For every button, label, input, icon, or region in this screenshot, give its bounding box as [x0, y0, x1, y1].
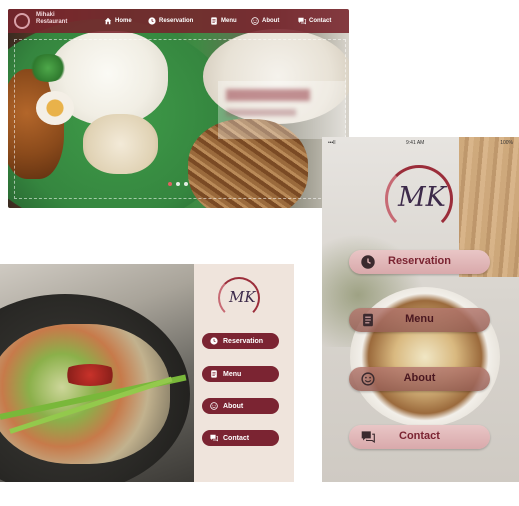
chat-icon — [298, 17, 306, 25]
nav-reservation[interactable]: Reservation — [148, 15, 193, 27]
contact-button[interactable]: Contact — [349, 425, 490, 449]
about-label: About — [403, 372, 436, 384]
smile-icon — [251, 17, 259, 25]
nav-about-label: About — [262, 18, 280, 24]
stir-fry — [0, 324, 170, 464]
slider-dot-3[interactable] — [184, 182, 188, 186]
slider-dot-2[interactable] — [176, 182, 180, 186]
nav-menu[interactable]: Menu — [210, 15, 237, 27]
food-photo — [0, 264, 194, 482]
nav-reservation-label: Reservation — [159, 18, 194, 24]
phone-status-bar: •••ll 9:41 AM 100% — [322, 137, 519, 149]
menu-label: Menu — [223, 370, 242, 378]
menu-button[interactable]: Menu — [202, 366, 279, 382]
reservation-button[interactable]: Reservation — [349, 250, 490, 274]
menu-label: Menu — [405, 313, 434, 325]
reservation-label: Reservation — [388, 255, 451, 267]
mk-logo[interactable]: MK — [385, 165, 453, 233]
nav-home[interactable]: Home — [104, 15, 132, 27]
brand-name[interactable]: Mihaki Restaurant — [36, 12, 67, 26]
hero-caption-title-blurred — [226, 89, 310, 101]
chat-icon — [210, 434, 218, 442]
nav-contact[interactable]: Contact — [298, 15, 331, 27]
status-time: 9:41 AM — [406, 140, 425, 146]
phone-mockup: •••ll 9:41 AM 100% MK Reservation Menu A… — [322, 137, 519, 482]
menu-book-icon — [211, 370, 217, 378]
contact-button[interactable]: Contact — [202, 430, 279, 446]
mk-logo-letters: MK — [229, 288, 256, 306]
nav-menu-label: Menu — [221, 18, 237, 24]
home-icon — [104, 17, 112, 25]
mk-logo-letters: MK — [398, 182, 446, 213]
nav-home-label: Home — [115, 18, 132, 24]
contact-label: Contact — [223, 434, 250, 442]
slider-dots — [168, 182, 188, 186]
about-label: About — [223, 402, 244, 410]
clock-icon — [210, 337, 218, 345]
slider-dot-1[interactable] — [168, 182, 172, 186]
hero-caption-subtitle-blurred — [226, 109, 296, 116]
menu-button[interactable]: Menu — [349, 308, 490, 332]
contact-label: Contact — [399, 430, 440, 442]
red-chili — [60, 364, 120, 386]
reservation-label: Reservation — [223, 337, 264, 345]
reservation-button[interactable]: Reservation — [202, 333, 279, 349]
nav-contact-label: Contact — [309, 18, 332, 24]
nav-about[interactable]: About — [251, 15, 279, 27]
menu-book-icon — [211, 17, 217, 25]
mk-logo[interactable]: MK — [218, 277, 260, 319]
tablet-mockup: MK Reservation Menu About Contact — [0, 264, 294, 482]
brand-name-line1: Mihaki — [36, 12, 55, 18]
clock-icon — [148, 17, 156, 25]
battery-indicator: 100% — [500, 140, 513, 146]
about-button[interactable]: About — [202, 398, 279, 414]
desktop-hero-mockup: Mihaki Restaurant Home Reservation Menu … — [8, 9, 349, 208]
smile-icon — [210, 402, 218, 410]
brand-name-line2: Restaurant — [36, 19, 68, 25]
top-nav-bar: Mihaki Restaurant Home Reservation Menu … — [8, 9, 349, 33]
about-button[interactable]: About — [349, 367, 490, 391]
brand-logo-icon[interactable] — [14, 13, 30, 29]
signal-indicator: •••ll — [328, 140, 336, 146]
